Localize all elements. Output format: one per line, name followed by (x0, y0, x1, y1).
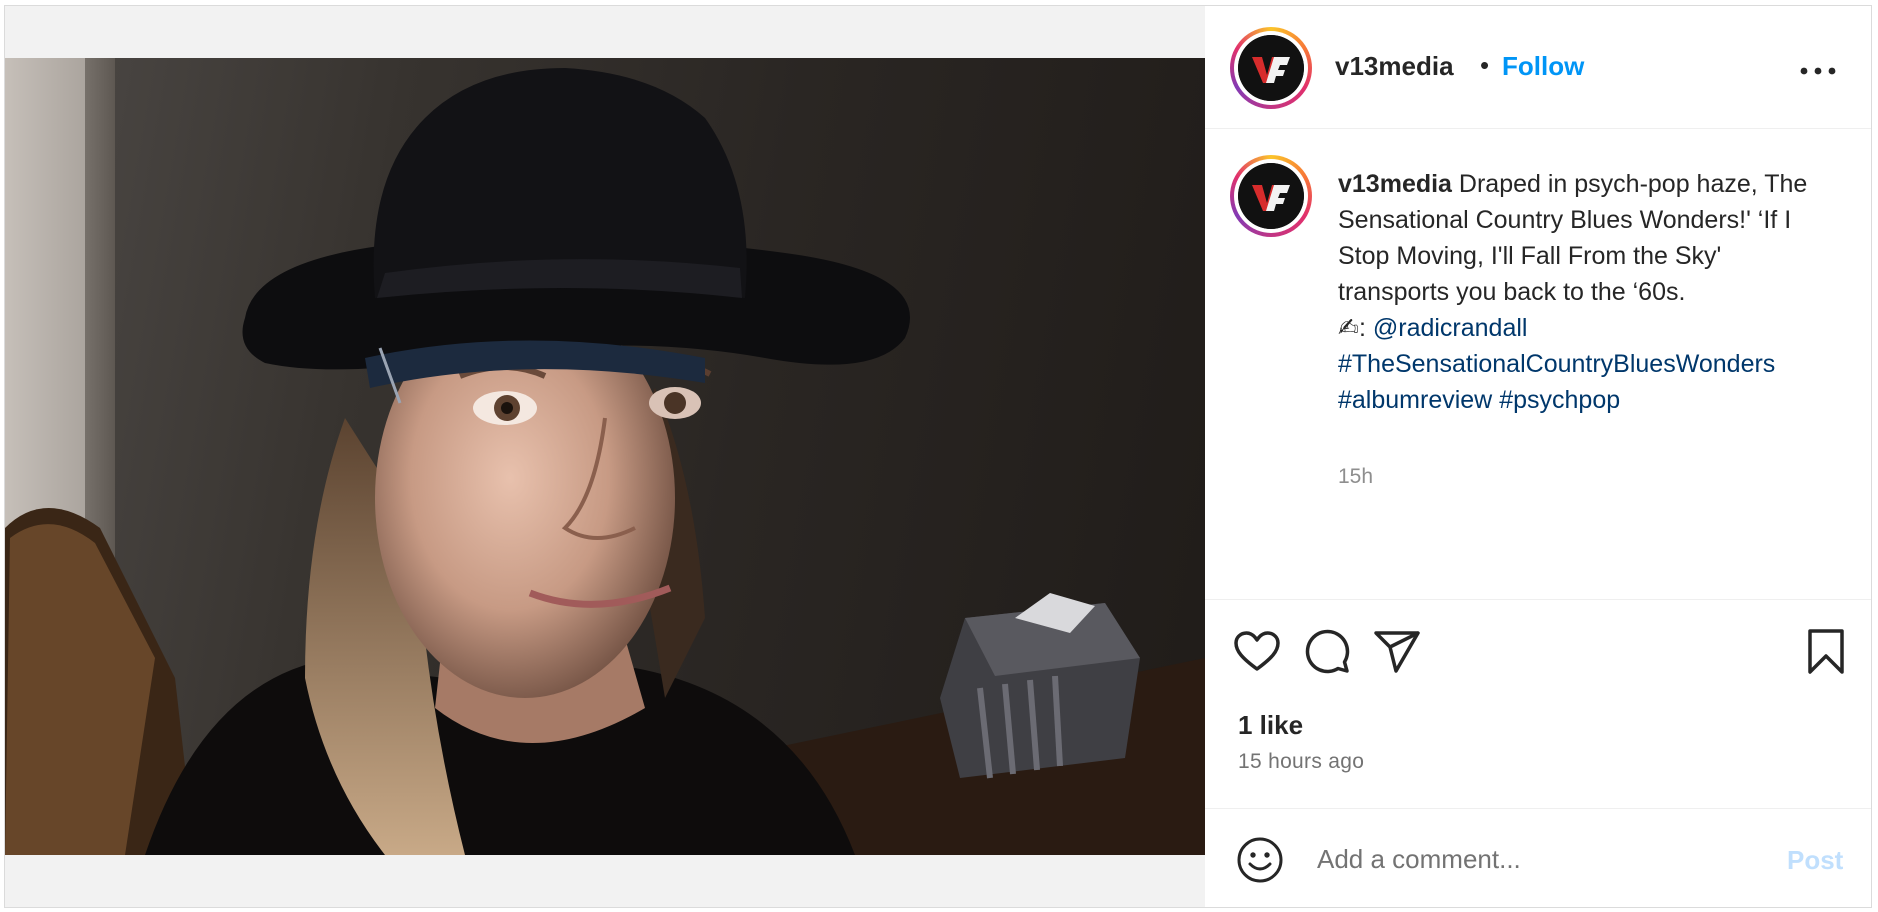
avatar[interactable] (1230, 27, 1312, 109)
comment-box: Post (1205, 809, 1871, 907)
post-username[interactable]: v13media (1335, 51, 1454, 82)
post-time-ago: 15 hours ago (1238, 750, 1365, 773)
post-media (5, 6, 1205, 907)
share-icon[interactable] (1372, 627, 1422, 677)
more-horizontal-icon[interactable] (1795, 56, 1841, 86)
post-header: v13media • Follow (1205, 6, 1871, 129)
caption-avatar[interactable] (1230, 155, 1312, 237)
post-comment-button[interactable]: Post (1787, 845, 1843, 876)
v13-logo-icon (1238, 163, 1304, 229)
post-sidebar: v13media • Follow v13media Draped in psy… (1205, 6, 1871, 907)
mention-link[interactable]: @radicrandall (1373, 314, 1528, 342)
hashtag-link[interactable]: #psychpop (1499, 386, 1620, 414)
caption-text: v13media Draped in psych-pop haze, The S… (1338, 166, 1828, 418)
v13-logo-icon (1238, 35, 1304, 101)
writer-separator: : (1358, 314, 1373, 342)
writing-hand-emoji: ✍ (1338, 314, 1359, 342)
post-dialog: v13media • Follow v13media Draped in psy… (4, 5, 1872, 908)
caption-timestamp[interactable]: 15h (1338, 465, 1373, 489)
comment-icon[interactable] (1302, 627, 1352, 677)
action-bar: 1 like 15 hours ago (1205, 600, 1871, 809)
caption-username[interactable]: v13media (1338, 170, 1452, 198)
hashtag-link[interactable]: #TheSensationalCountryBluesWonders (1338, 350, 1775, 378)
comment-input[interactable] (1317, 839, 1747, 879)
post-photo[interactable] (5, 58, 1205, 855)
hashtag-link[interactable]: #albumreview (1338, 386, 1492, 414)
follow-button[interactable]: Follow (1502, 51, 1584, 82)
caption-section: v13media Draped in psych-pop haze, The S… (1205, 129, 1871, 600)
photo-illustration (5, 58, 1205, 855)
emoji-icon[interactable] (1236, 836, 1284, 884)
likes-count[interactable]: 1 like (1238, 710, 1303, 741)
heart-icon[interactable] (1232, 627, 1282, 677)
header-separator: • (1480, 50, 1490, 80)
bookmark-icon[interactable] (1801, 627, 1851, 677)
